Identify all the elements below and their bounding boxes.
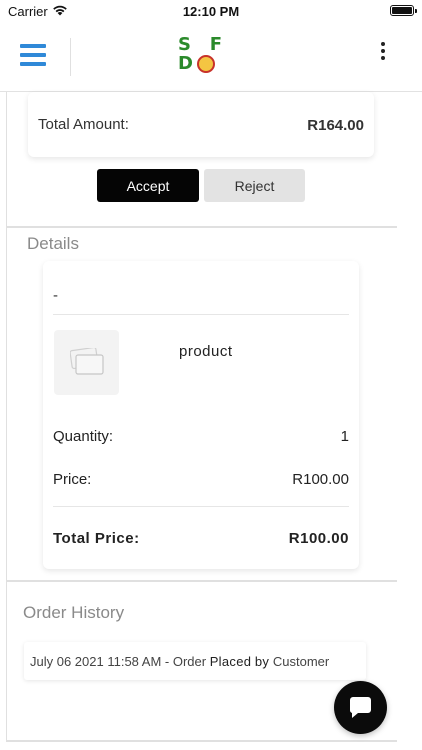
history-actor: Customer (272, 653, 330, 669)
logo-letter-f: F (209, 34, 222, 55)
history-by: by (254, 653, 270, 669)
section-left-border (6, 582, 7, 742)
details-card: - product Quantity: 1 Price: R100.00 Tot… (43, 261, 359, 569)
accept-button[interactable]: Accept (97, 169, 199, 202)
price-label: Price: (53, 471, 92, 488)
image-placeholder-icon (70, 348, 104, 375)
more-vertical-icon[interactable] (380, 42, 386, 64)
order-summary-card: Total Amount: R164.00 (28, 92, 374, 157)
total-price-value: R100.00 (288, 530, 349, 547)
section-left-border (6, 228, 7, 580)
product-image-placeholder (54, 330, 119, 395)
card-divider (53, 314, 349, 315)
history-date-time: July 06 2021 11:58 AM - Order (30, 653, 207, 669)
app-logo: S F D (178, 36, 222, 76)
details-title: Details (27, 234, 79, 253)
logo-letter-s: S (178, 34, 191, 55)
menu-icon[interactable] (20, 44, 46, 68)
app-header: S F D (0, 22, 422, 92)
quantity-label: Quantity: (53, 428, 114, 445)
logo-letter-d: D (178, 53, 193, 74)
history-status: Placed (209, 653, 252, 669)
section-left-border (6, 92, 7, 226)
reject-button[interactable]: Reject (204, 169, 305, 202)
price-value: R100.00 (292, 471, 349, 488)
total-amount-label: Total Amount: (38, 116, 129, 133)
total-amount-value: R164.00 (307, 117, 364, 134)
header-divider (70, 38, 71, 76)
order-history-title: Order History (23, 603, 125, 622)
order-reference: - (53, 287, 58, 304)
product-name: product (179, 343, 233, 360)
total-price-label: Total Price: (53, 530, 140, 547)
logo-basket-icon (196, 55, 215, 73)
section-divider (6, 740, 397, 742)
quantity-value: 1 (340, 428, 349, 445)
battery-icon (390, 5, 417, 16)
section-divider (6, 580, 397, 582)
status-time: 12:10 PM (182, 4, 240, 19)
history-entry: July 06 2021 11:58 AM - Order Placed by … (24, 642, 366, 680)
chat-button[interactable] (334, 681, 387, 734)
section-divider (6, 226, 397, 228)
chat-bubble-icon (349, 697, 371, 718)
status-bar: Carrier 12:10 PM (0, 0, 422, 22)
card-divider (53, 506, 349, 507)
